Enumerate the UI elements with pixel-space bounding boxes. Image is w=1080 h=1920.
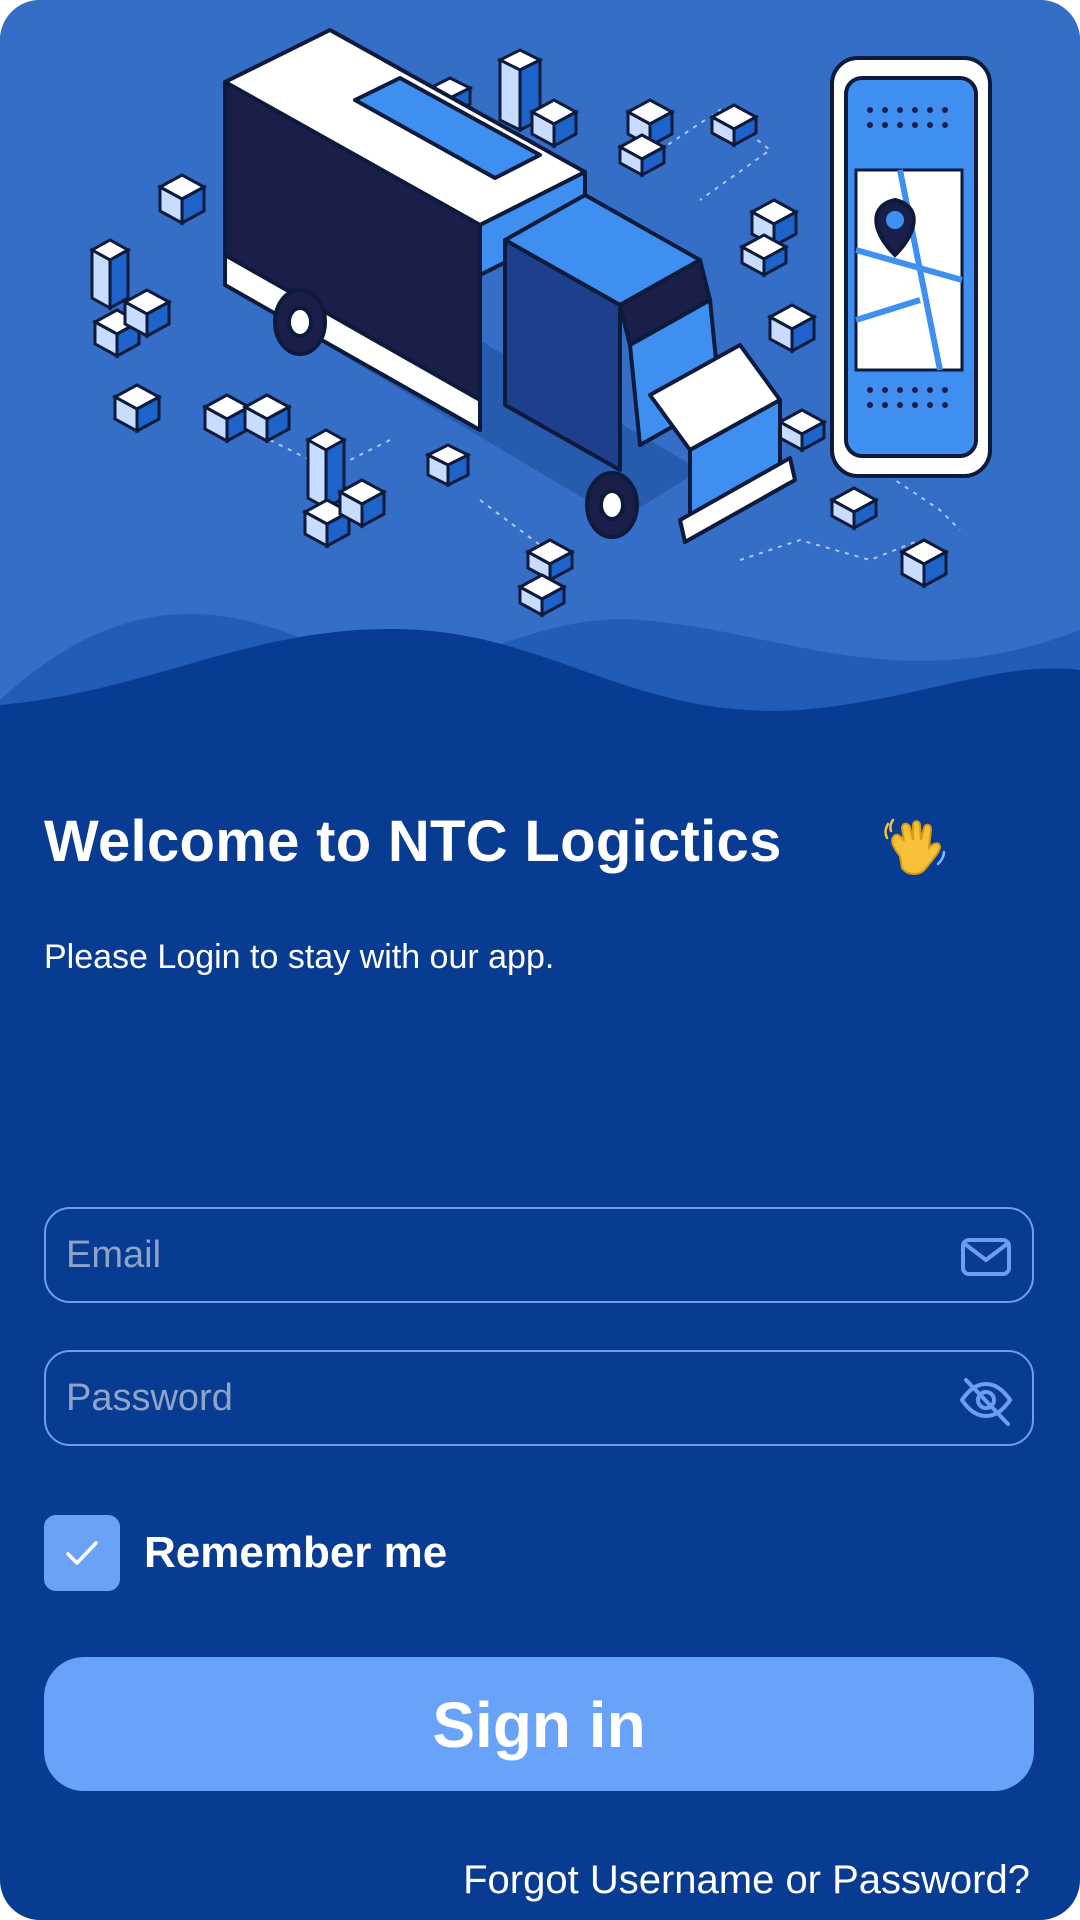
waving-hand-icon [884, 818, 946, 875]
login-screen: Welcome to NTC Logictics Please Login to… [0, 0, 1080, 1920]
page-title: Welcome to NTC Logictics [44, 809, 782, 874]
remember-me-label: Remember me [144, 1528, 448, 1577]
password-input[interactable] [66, 1352, 946, 1444]
email-field[interactable] [44, 1207, 1034, 1303]
delivery-truck-illustration [0, 28, 1080, 760]
phone-map-illustration [830, 56, 992, 478]
forgot-credentials-link[interactable]: Forgot Username or Password? [463, 1858, 1030, 1903]
page-subtitle: Please Login to stay with our app. [44, 938, 555, 976]
sign-in-button[interactable]: Sign in [44, 1657, 1034, 1791]
remember-me-checkbox[interactable] [44, 1515, 120, 1591]
check-icon [66, 1541, 98, 1565]
email-input[interactable] [66, 1209, 946, 1301]
mail-icon [961, 1238, 1011, 1276]
password-field[interactable] [44, 1350, 1034, 1446]
eye-off-icon[interactable] [958, 1372, 1014, 1428]
remember-me-row[interactable]: Remember me [44, 1514, 447, 1592]
hero-illustration [0, 0, 1080, 760]
